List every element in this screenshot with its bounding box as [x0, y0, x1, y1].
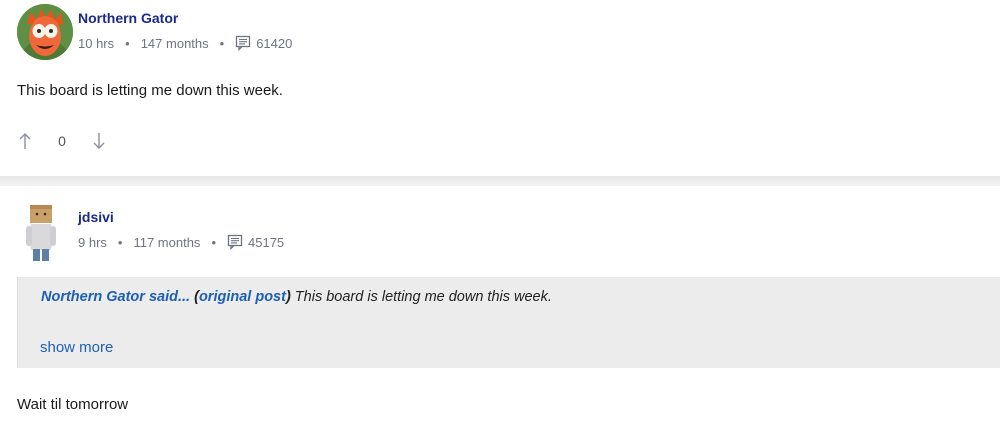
quote-block: Northern Gator said... (original post) T…	[17, 277, 1000, 368]
arrow-down-icon[interactable]	[91, 132, 107, 150]
meta-separator: •	[125, 35, 130, 51]
avatar[interactable]	[22, 202, 60, 262]
box-head-avatar-icon	[26, 205, 56, 261]
post-count[interactable]: 61420	[256, 36, 292, 51]
vote-controls: 0	[17, 132, 107, 150]
posts-icon	[227, 234, 243, 250]
quote-author-link[interactable]: Northern Gator said...	[41, 289, 190, 305]
post-meta: 10 hrs • 147 months • 61420	[78, 35, 292, 51]
post-jdsivi: jdsivi 9 hrs • 117 months • 45175 Northe…	[0, 186, 1000, 431]
post-body: This board is letting me down this week.	[17, 82, 283, 99]
post-divider	[0, 176, 1000, 186]
vote-count: 0	[58, 133, 66, 149]
meta-separator: •	[117, 234, 123, 250]
username[interactable]: Northern Gator	[78, 10, 178, 26]
beaker-avatar-icon	[17, 4, 73, 60]
post-count[interactable]: 45175	[248, 235, 284, 250]
avatar[interactable]	[17, 4, 73, 60]
posts-icon	[236, 35, 251, 51]
post-time: 10 hrs	[78, 35, 115, 51]
arrow-up-icon[interactable]	[17, 132, 33, 150]
meta-separator: •	[211, 234, 216, 250]
member-tenure: 147 months	[140, 35, 209, 51]
username[interactable]: jdsivi	[78, 209, 114, 225]
member-tenure: 117 months	[133, 234, 201, 250]
post-meta: 9 hrs • 117 months • 45175	[78, 234, 284, 250]
post-body: Wait til tomorrow	[17, 396, 129, 413]
post-time: 9 hrs	[78, 234, 107, 250]
original-post-link[interactable]: original post	[199, 289, 286, 305]
quote-line: Northern Gator said... (original post) T…	[41, 289, 552, 305]
quote-text: This board is letting me down this week.	[290, 289, 552, 305]
show-more-link[interactable]: show more	[40, 339, 113, 356]
meta-separator: •	[219, 35, 225, 51]
post-northern-gator: Northern Gator 10 hrs • 147 months • 614…	[0, 0, 1000, 176]
